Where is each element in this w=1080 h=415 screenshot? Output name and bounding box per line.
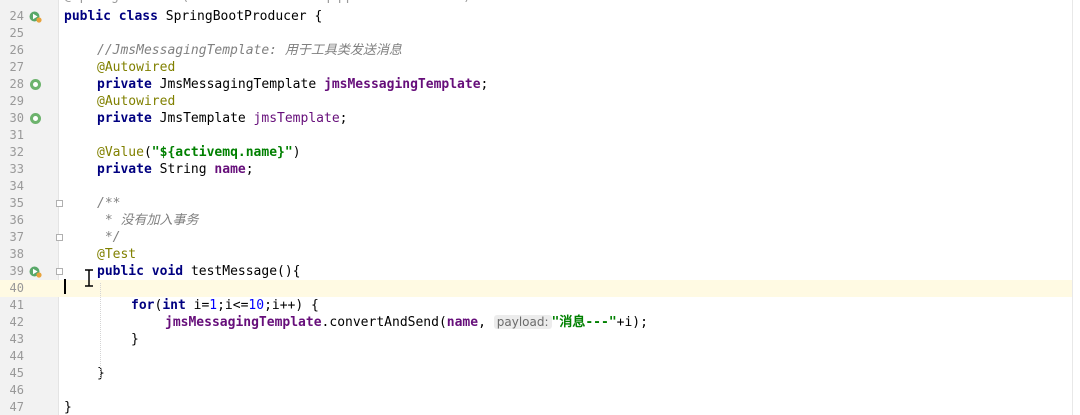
line-code: jmsMessagingTemplate.convertAndSend(name… (165, 315, 648, 330)
line-number: 41 (9, 298, 24, 312)
fold-marker[interactable] (56, 200, 63, 207)
line-number: 47 (9, 400, 24, 414)
code-line[interactable]: 43 } (0, 331, 1072, 348)
line-number: 26 (9, 43, 24, 57)
line-number: 36 (9, 213, 24, 227)
code-line[interactable]: 47 } (0, 399, 1072, 415)
parameter-hint: payload: (493, 315, 552, 329)
indent-guide (100, 283, 101, 378)
fold-marker[interactable] (56, 268, 63, 275)
line-code: private JmsTemplate jmsTemplate; (97, 111, 348, 126)
code-line[interactable]: 35 /** (0, 195, 1072, 212)
code-line[interactable]: 33 private String name; (0, 161, 1072, 178)
code-line[interactable]: 42 jmsMessagingTemplate.convertAndSend(n… (0, 314, 1072, 331)
ibeam-cursor-icon (85, 269, 93, 287)
text-caret (64, 279, 66, 294)
fold-marker[interactable] (56, 234, 63, 241)
annotation: @Autowired (97, 94, 176, 109)
line-code: private String name; (97, 162, 254, 177)
line-number: 38 (9, 247, 24, 261)
code-line[interactable]: 25 (0, 25, 1072, 42)
comment: //JmsMessagingTemplate: 用于工具类发送消息 (97, 43, 402, 58)
run-icon[interactable] (29, 10, 42, 23)
code-line[interactable]: 29 @Autowired (0, 93, 1072, 110)
code-line[interactable]: 28 private JmsMessagingTemplate jmsMessa… (0, 76, 1072, 93)
code-line[interactable]: 38 @Test (0, 246, 1072, 263)
code-line[interactable]: 44 (0, 348, 1072, 365)
comment: */ (97, 230, 121, 245)
line-number: 35 (9, 196, 24, 210)
line-number: 34 (9, 179, 24, 193)
code-line[interactable]: 46 (0, 382, 1072, 399)
line-number: 37 (9, 230, 24, 244)
line-code: public void testMessage(){ (97, 264, 301, 279)
line-code: @SpringBootTest(classes = ActivemqApplic… (64, 0, 471, 5)
code-line-current[interactable]: 40 (0, 280, 1072, 297)
code-line-clipped: @SpringBootTest(classes = ActivemqApplic… (0, 0, 1072, 5)
code-line[interactable]: 31 (0, 127, 1072, 144)
line-number: 27 (9, 60, 24, 74)
spring-bean-icon[interactable] (29, 78, 42, 91)
comment: /** (97, 196, 121, 211)
line-code: public class SpringBootProducer { (64, 9, 323, 24)
line-code: private JmsMessagingTemplate jmsMessagin… (97, 77, 489, 92)
line-number: 43 (9, 332, 24, 346)
line-number: 44 (9, 349, 24, 363)
line-number: 39 (9, 264, 24, 278)
code-line[interactable]: 27 @Autowired (0, 59, 1072, 76)
annotation: @Autowired (97, 60, 176, 75)
code-line[interactable]: 30 private JmsTemplate jmsTemplate; (0, 110, 1072, 127)
code-editor[interactable]: @SpringBootTest(classes = ActivemqApplic… (0, 0, 1080, 415)
line-number: 30 (9, 111, 24, 125)
code-line[interactable]: 36 * 没有加入事务 (0, 212, 1072, 229)
line-number: 25 (9, 26, 24, 40)
run-icon[interactable] (29, 265, 42, 278)
code-line[interactable]: 32 @Value("${activemq.name}") (0, 144, 1072, 161)
line-code: @Value("${activemq.name}") (97, 145, 301, 160)
line-code: } (131, 332, 139, 347)
line-number: 24 (9, 9, 24, 23)
code-line[interactable]: 45 } (0, 365, 1072, 382)
line-number: 29 (9, 94, 24, 108)
line-number: 32 (9, 145, 24, 159)
line-number: 31 (9, 128, 24, 142)
line-number: 45 (9, 366, 24, 380)
right-margin-guide (1072, 0, 1073, 415)
line-code: for(int i=1;i<=10;i++) { (131, 298, 319, 313)
code-line[interactable]: 37 */ (0, 229, 1072, 246)
code-line[interactable]: 41 for(int i=1;i<=10;i++) { (0, 297, 1072, 314)
line-number: 28 (9, 77, 24, 91)
annotation: @Test (97, 247, 137, 262)
code-line[interactable]: 24 public class SpringBootProducer { (0, 8, 1072, 25)
code-line[interactable]: 34 (0, 178, 1072, 195)
line-number: 33 (9, 162, 24, 176)
comment: * 没有加入事务 (97, 213, 199, 228)
spring-bean-icon[interactable] (29, 112, 42, 125)
line-number: 42 (9, 315, 24, 329)
code-line[interactable]: 39 public void testMessage(){ (0, 263, 1072, 280)
code-line[interactable]: 26 //JmsMessagingTemplate: 用于工具类发送消息 (0, 42, 1072, 59)
line-code: } (64, 400, 72, 415)
line-number: 46 (9, 383, 24, 397)
line-number: 40 (9, 281, 24, 295)
